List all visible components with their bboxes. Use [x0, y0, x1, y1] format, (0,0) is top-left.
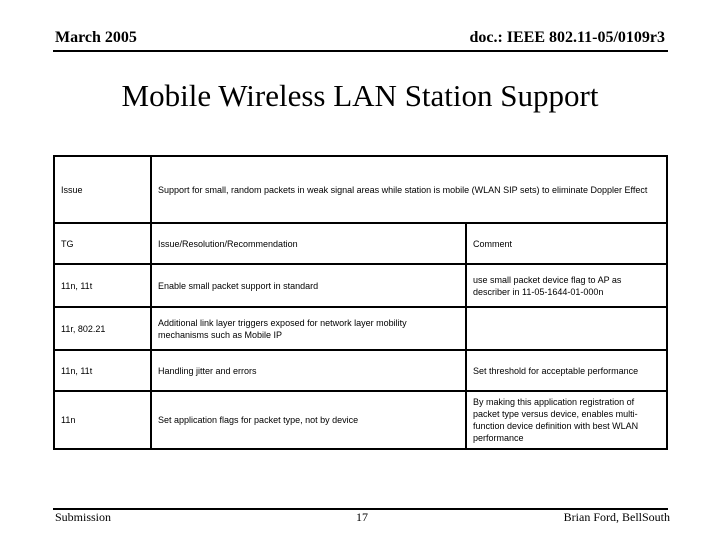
column-header-tg: TG: [53, 222, 152, 265]
table-row: 11r, 802.21 Additional link layer trigge…: [53, 306, 669, 351]
issue-text-cell: Support for small, random packets in wea…: [149, 155, 669, 224]
column-header-recommendation: Issue/Resolution/Recommendation: [150, 222, 467, 265]
recommendation-cell: Set application flags for packet type, n…: [150, 390, 467, 450]
footer-submission: Submission: [55, 510, 112, 524]
issue-label-cell: Issue: [53, 155, 152, 224]
comment-cell: By making this application registration …: [464, 390, 669, 450]
table-row: 11n, 11t Enable small packet support in …: [53, 263, 669, 308]
tg-cell: 11n, 11t: [53, 263, 152, 308]
recommendation-cell: Additional link layer triggers exposed f…: [150, 306, 467, 351]
header-date: March 2005: [55, 29, 137, 46]
recommendation-cell: Enable small packet support in standard: [150, 263, 467, 308]
footer-author: Brian Ford, BellSouth: [563, 510, 670, 524]
table-row: 11n Set application flags for packet typ…: [53, 390, 669, 450]
tg-cell: 11r, 802.21: [53, 306, 152, 351]
issue-row: Issue Support for small, random packets …: [53, 155, 669, 224]
page-number: 17: [356, 510, 368, 524]
slide-title: Mobile Wireless LAN Station Support: [121, 78, 599, 113]
column-header-comment: Comment: [464, 222, 669, 265]
table-row: 11n, 11t Handling jitter and errors Set …: [53, 349, 669, 392]
comment-cell: Set threshold for acceptable performance: [464, 349, 669, 392]
comment-cell: [464, 306, 669, 351]
comment-cell: use small packet device flag to AP as de…: [464, 263, 669, 308]
tg-cell: 11n, 11t: [53, 349, 152, 392]
header-divider: [53, 50, 668, 52]
recommendation-cell: Handling jitter and errors: [150, 349, 467, 392]
header-doc-id: doc.: IEEE 802.11-05/0109r3: [469, 29, 665, 46]
issue-table: Issue Support for small, random packets …: [53, 155, 669, 450]
table-header-row: TG Issue/Resolution/Recommendation Comme…: [53, 222, 669, 265]
tg-cell: 11n: [53, 390, 152, 450]
